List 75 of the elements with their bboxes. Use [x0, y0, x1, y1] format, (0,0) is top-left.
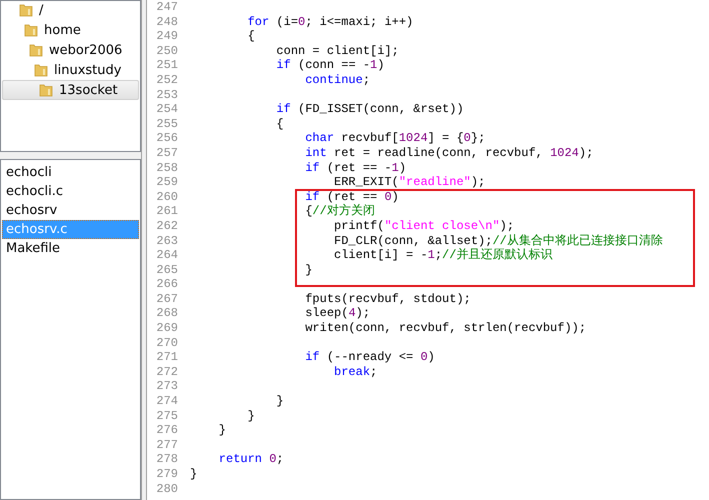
code-line: fputs(recvbuf, stdout); [304, 292, 471, 306]
folder-icon [19, 3, 33, 17]
line-number: 267 [155, 292, 178, 306]
folder-icon [24, 23, 38, 37]
line-number: 252 [155, 72, 178, 88]
line-number: 258 [155, 160, 178, 176]
code-line: {//对方关闭 [304, 204, 375, 219]
line-number: 257 [155, 146, 178, 161]
line-number: 270 [155, 336, 178, 350]
file-item[interactable]: echocli [2, 163, 139, 182]
folder-icon [39, 83, 53, 97]
code-line: } [275, 394, 284, 409]
code-line: client[i] = -1;//并且还原默认标识 [333, 248, 552, 263]
folder-icon [34, 63, 48, 77]
code-line: printf("client close\n"); [333, 218, 514, 234]
code-line: { [275, 116, 284, 132]
code-line: int ret = readline(conn, recvbuf, 1024); [304, 146, 594, 161]
folder-item[interactable]: linuxstudy [2, 60, 139, 80]
line-number: 279 [155, 467, 178, 482]
line-number: 255 [155, 116, 178, 132]
line-number: 266 [155, 277, 178, 292]
line-number: 253 [155, 88, 178, 102]
line-number: 265 [155, 262, 178, 278]
code-line: } [304, 262, 312, 278]
line-number: 248 [155, 14, 178, 30]
line-number: 264 [155, 248, 178, 263]
folder-item[interactable]: 13socket [2, 80, 139, 100]
code-line: } [218, 423, 226, 438]
code-line: return 0; [218, 452, 284, 467]
line-number: 274 [155, 394, 178, 409]
code-line: writen(conn, recvbuf, strlen(recvbuf)); [304, 321, 586, 336]
code-line: if (ret == 0) [304, 190, 399, 204]
file-item[interactable]: echosrv [2, 201, 139, 220]
file-item[interactable]: echocli.c [2, 182, 139, 201]
line-number: 280 [155, 482, 178, 496]
folder-item[interactable]: / [2, 1, 139, 20]
code-line: } [190, 467, 198, 482]
code-line: if (conn == -1) [275, 58, 384, 73]
folder-item[interactable]: home [2, 20, 139, 40]
code-line: continue; [304, 72, 370, 88]
code-line: char recvbuf[1024] = {0}; [304, 131, 486, 146]
code-line: if (FD_ISSET(conn, &rset)) [275, 102, 464, 117]
code-line: if (ret == -1) [304, 160, 406, 176]
code-line: } [246, 408, 255, 424]
line-number: 254 [155, 102, 178, 117]
line-number: 276 [155, 423, 178, 438]
line-number: 249 [155, 29, 178, 44]
code-line: sleep(4); [304, 306, 370, 322]
line-number: 273 [155, 379, 178, 394]
line-number: 269 [155, 321, 178, 336]
line-number: 262 [155, 218, 178, 234]
line-number: 275 [155, 408, 178, 424]
line-number: 263 [155, 234, 178, 248]
line-number: 272 [155, 364, 178, 380]
line-number: 250 [155, 44, 178, 58]
folder-item[interactable]: webor2006 [2, 40, 139, 60]
line-number: 251 [155, 58, 178, 73]
line-number: 261 [155, 204, 178, 219]
line-number: 256 [155, 131, 178, 146]
code-line: break; [333, 364, 378, 380]
line-number: 260 [155, 190, 178, 204]
file-item[interactable]: Makefile [2, 239, 139, 258]
folder-icon [29, 43, 43, 57]
code-line: { [246, 29, 255, 44]
line-number: 278 [155, 452, 178, 467]
line-number: 247 [155, 0, 178, 15]
line-number: 271 [155, 350, 178, 365]
code-line: for (i=0; i<=maxi; i++) [246, 14, 414, 30]
line-number: 277 [155, 438, 178, 452]
line-number: 268 [155, 306, 178, 322]
code-line: conn = client[i]; [275, 44, 399, 58]
code-line: FD_CLR(conn, &allset);//从集合中将此已连接接口清除 [333, 234, 663, 248]
line-number: 259 [155, 175, 178, 190]
code-line: ERR_EXIT("readline"); [333, 175, 486, 190]
code-line: if (--nready <= 0) [304, 350, 435, 365]
